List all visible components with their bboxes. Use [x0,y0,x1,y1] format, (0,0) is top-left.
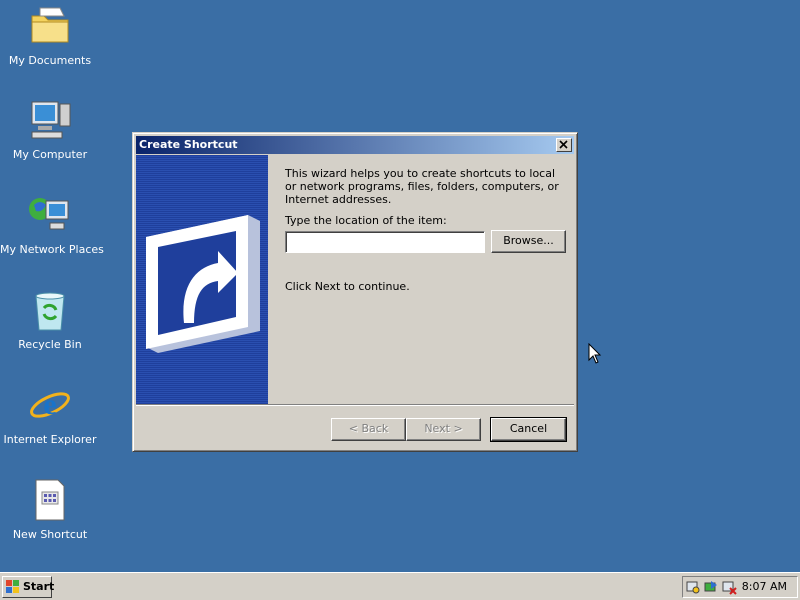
location-label: Type the location of the item: [285,214,447,227]
desktop-icon-recycle-bin[interactable]: Recycle Bin [0,286,100,351]
start-label: Start [23,580,55,593]
desktop-icon-my-documents[interactable]: My Documents [0,2,100,67]
desktop-icon-label: New Shortcut [12,528,88,541]
svg-text:e: e [43,388,56,421]
close-button[interactable] [556,138,572,152]
desktop-icon-label: My Computer [12,148,88,161]
tray-icon-3[interactable] [721,579,737,595]
continue-text: Click Next to continue. [285,280,410,293]
create-shortcut-dialog: Create Shortcut This wizard helps you to… [132,132,578,452]
location-input[interactable] [285,231,485,253]
browse-button[interactable]: Browse... [491,230,566,253]
desktop-icon-label: My Documents [8,54,92,67]
dialog-titlebar[interactable]: Create Shortcut [136,136,574,154]
tray-icon-1[interactable] [685,579,701,595]
taskbar: Start 8:07 AM [0,572,800,600]
desktop-icon-label: Recycle Bin [18,338,82,351]
tray-icon-2[interactable] [703,579,719,595]
shortcut-arrow-icon [146,215,260,353]
back-button[interactable]: < Back [331,418,406,441]
dialog-separator [136,404,574,406]
system-tray: 8:07 AM [682,576,798,598]
wizard-description: This wizard helps you to create shortcut… [285,167,559,206]
start-button[interactable]: Start [2,576,55,598]
dialog-title: Create Shortcut [139,138,238,151]
windows-logo-icon [6,580,19,593]
desktop-icon-new-shortcut[interactable]: New Shortcut [0,476,100,541]
shortcut-icon [35,479,65,521]
folder-icon [31,7,69,43]
network-icon [29,198,69,230]
ie-icon: e [30,388,70,421]
wizard-banner [136,155,268,404]
close-icon [559,140,568,149]
clock[interactable]: 8:07 AM [742,577,787,597]
cancel-button[interactable]: Cancel [490,417,567,442]
desktop-icon-my-network-places[interactable]: My Network Places [0,191,104,256]
recycle-bin-icon [35,292,65,331]
desktop-icon-internet-explorer[interactable]: e Internet Explorer [0,381,100,446]
mouse-cursor-icon [588,343,602,364]
desktop-icon-label: My Network Places [0,243,104,256]
desktop-icon-my-computer[interactable]: My Computer [0,96,100,161]
wizard-body: This wizard helps you to create shortcut… [285,167,565,206]
next-button[interactable]: Next > [406,418,481,441]
desktop-icon-label: Internet Explorer [3,433,97,446]
computer-icon [31,101,71,139]
